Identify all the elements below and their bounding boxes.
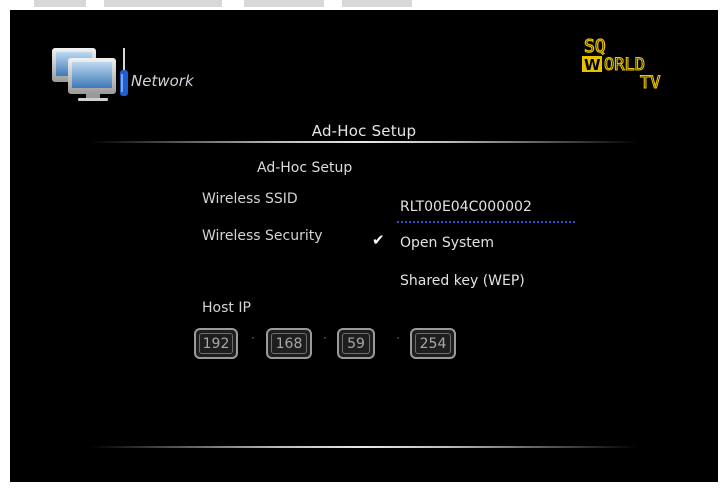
page-title: Ad-Hoc Setup	[311, 122, 417, 140]
host-ip-octet-value: 192	[199, 333, 233, 354]
logo-text-orld: ORLD	[604, 55, 645, 75]
logo-text-sq: SQ	[584, 36, 606, 57]
security-option-open-system[interactable]: Open System	[400, 235, 494, 251]
bottom-divider	[90, 446, 638, 448]
tv-screen: Network SQ W ORLD TV Ad-Hoc Setup Ad-Hoc…	[10, 10, 718, 482]
security-option-shared-key[interactable]: Shared key (WEP)	[400, 273, 525, 289]
sqworldtv-logo: SQ W ORLD TV	[582, 35, 661, 92]
ssid-label: Wireless SSID	[202, 191, 298, 207]
top-band-fragment	[104, 0, 222, 7]
security-label: Wireless Security	[202, 228, 323, 244]
top-band-fragment	[244, 0, 324, 7]
host-ip-octet-value: 254	[415, 333, 451, 354]
ssid-field-underline	[397, 221, 575, 223]
top-band-fragment	[342, 0, 412, 7]
host-ip-octet-value: 168	[271, 333, 307, 354]
host-ip-label: Host IP	[202, 300, 251, 316]
host-ip-octet-2[interactable]: 168	[266, 328, 312, 359]
title-divider	[90, 141, 638, 143]
logo-w: W	[584, 56, 601, 74]
host-ip-octet-value: 59	[342, 333, 370, 354]
host-ip-octet-4[interactable]: 254	[410, 328, 456, 359]
top-band-fragment	[34, 0, 86, 7]
ip-separator: ·	[396, 330, 400, 344]
ip-separator: ·	[323, 330, 327, 344]
host-ip-octet-1[interactable]: 192	[194, 328, 238, 359]
logo-text-tv: TV	[640, 73, 660, 92]
host-ip-octet-3[interactable]: 59	[337, 328, 375, 359]
top-band	[0, 0, 728, 10]
panel-subtitle: Ad-Hoc Setup	[257, 160, 353, 176]
section-label: Network	[131, 72, 194, 90]
network-computer-icon	[52, 48, 128, 101]
checkmark-icon: ✔	[372, 231, 385, 249]
ip-separator: ·	[251, 330, 255, 344]
ssid-field[interactable]: RLT00E04C000002	[400, 199, 532, 215]
